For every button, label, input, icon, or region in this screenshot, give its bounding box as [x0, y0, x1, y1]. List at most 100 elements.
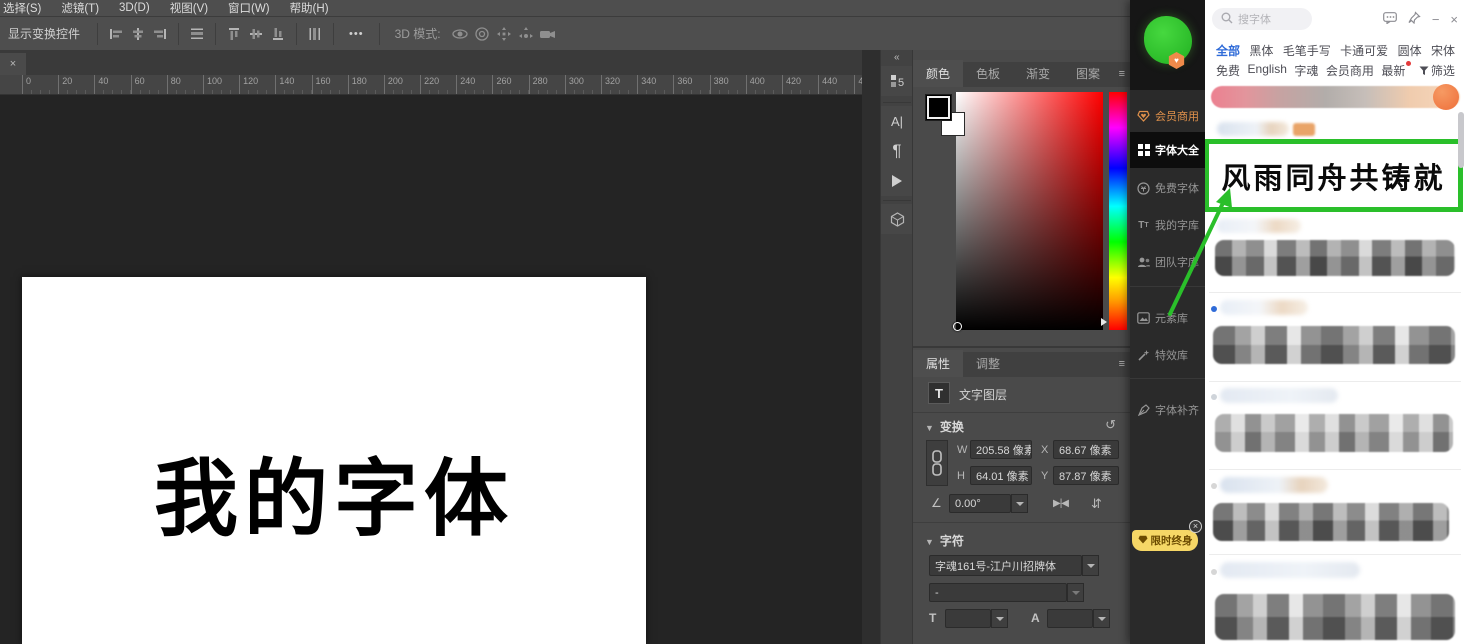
align-left-icon[interactable] — [105, 24, 127, 44]
3d-slide-icon[interactable] — [515, 24, 537, 44]
transform-section-header[interactable]: ▼变换 — [925, 418, 964, 435]
filter-button[interactable]: 筛选 — [1419, 62, 1455, 79]
align-bottom-icon[interactable] — [267, 24, 289, 44]
promo-banner[interactable] — [1211, 86, 1460, 108]
menu-item[interactable]: 帮助(H) — [290, 0, 329, 16]
filter-tab-member[interactable]: 会员商用 — [1326, 62, 1374, 79]
feedback-icon[interactable] — [1383, 12, 1397, 27]
panel-tab[interactable]: 调整 — [963, 350, 1013, 377]
category-tab[interactable]: 全部 — [1216, 42, 1240, 59]
font-preview-blurred[interactable] — [1213, 326, 1455, 364]
font-size-chevron[interactable] — [991, 609, 1008, 628]
sidebar-item-my-fonts[interactable]: TT 我的字库 — [1130, 207, 1205, 243]
font-family-select[interactable]: 字魂161号-江户川招牌体 — [929, 555, 1082, 576]
saturation-brightness-field[interactable] — [956, 92, 1103, 330]
category-tab[interactable]: 毛笔手写 — [1283, 42, 1331, 59]
font-style-chevron[interactable] — [1067, 583, 1084, 602]
minimize-icon[interactable]: − — [1432, 12, 1440, 27]
filter-tab-free[interactable]: 免费 — [1216, 62, 1240, 79]
font-name-blurred[interactable] — [1220, 562, 1360, 578]
menu-item[interactable]: 3D(D) — [119, 2, 150, 14]
promo-close-icon[interactable]: × — [1189, 520, 1202, 533]
color-panel-menu-icon[interactable]: ≡ — [1119, 68, 1124, 80]
font-family-chevron[interactable] — [1082, 555, 1099, 576]
distribute-v-icon[interactable] — [304, 24, 326, 44]
font-style-select[interactable]: - — [929, 583, 1067, 602]
promo-banner-icon[interactable] — [1433, 84, 1459, 110]
artboard[interactable]: 我的字体 — [22, 277, 646, 644]
font-name-blurred[interactable] — [1220, 477, 1328, 493]
limited-lifetime-badge[interactable]: 限时终身 — [1132, 530, 1198, 551]
font-name-blurred[interactable] — [1217, 122, 1289, 136]
3d-orbit-icon[interactable] — [449, 24, 471, 44]
paragraph-panel-icon[interactable]: ¶ — [881, 136, 913, 166]
font-preview-blurred[interactable] — [1215, 594, 1455, 640]
scrollbar-thumb[interactable] — [1458, 112, 1464, 168]
canvas-area[interactable]: 我的字体 — [0, 95, 862, 644]
height-field[interactable]: 64.01 像素 — [970, 466, 1032, 485]
font-preview-blurred[interactable] — [1213, 503, 1449, 541]
category-tab[interactable]: 圆体 — [1398, 42, 1422, 59]
width-field[interactable]: 205.58 像素 — [970, 440, 1032, 459]
3d-panel-icon[interactable] — [881, 204, 913, 234]
flip-horizontal-icon[interactable]: ▶|◀ — [1053, 498, 1068, 509]
leading-select[interactable] — [1047, 609, 1093, 628]
sidebar-item-free-fonts[interactable]: 免费字体 — [1130, 170, 1205, 206]
canvas-text-layer[interactable]: 我的字体 — [154, 432, 514, 553]
category-tab[interactable]: 卡通可爱 — [1340, 42, 1388, 59]
panel-tab[interactable]: 色板 — [963, 60, 1013, 87]
character-section-header[interactable]: ▼字符 — [925, 532, 964, 549]
font-name-blurred[interactable] — [1220, 300, 1308, 315]
timeline-panel-icon[interactable] — [881, 166, 913, 196]
plugin-logo[interactable] — [1144, 16, 1192, 64]
more-options-button[interactable]: ••• — [341, 28, 372, 40]
sidebar-item-effects-library[interactable]: 特效库 — [1130, 337, 1205, 373]
flip-vertical-icon[interactable]: ⇵ — [1091, 496, 1101, 512]
history-panel-icon[interactable]: 5 — [881, 66, 913, 96]
hue-slider[interactable] — [1109, 92, 1127, 330]
highlighted-font-item[interactable]: 风雨同舟共铸就 — [1205, 139, 1463, 212]
panel-tab[interactable]: 图案 — [1063, 60, 1113, 87]
distribute-h-icon[interactable] — [186, 24, 208, 44]
filter-tab-zihun[interactable]: 字魂 — [1294, 62, 1318, 79]
category-tab[interactable]: 宋体 — [1431, 42, 1455, 59]
sidebar-item-all-fonts[interactable]: 字体大全 — [1130, 132, 1205, 168]
align-right-icon[interactable] — [149, 24, 171, 44]
y-field[interactable]: 87.87 像素 — [1053, 466, 1119, 485]
link-dimensions-icon[interactable] — [926, 440, 948, 486]
filter-tab-latest[interactable]: 最新 — [1381, 62, 1411, 79]
align-middle-v-icon[interactable] — [245, 24, 267, 44]
panel-tab[interactable]: 渐变 — [1013, 60, 1063, 87]
align-top-icon[interactable] — [223, 24, 245, 44]
properties-panel-menu-icon[interactable]: ≡ — [1119, 358, 1124, 370]
reset-transform-icon[interactable]: ↺ — [1105, 417, 1116, 433]
leading-chevron[interactable] — [1093, 609, 1110, 628]
menu-item[interactable]: 视图(V) — [170, 0, 208, 16]
foreground-color-swatch[interactable] — [925, 94, 952, 121]
angle-dropdown-chevron[interactable] — [1011, 494, 1028, 513]
3d-roll-icon[interactable] — [471, 24, 493, 44]
sidebar-item-team-fonts[interactable]: 团队字库 — [1130, 244, 1205, 280]
show-transform-controls-label[interactable]: 显示变换控件 — [0, 25, 90, 42]
sidebar-item-font-completion[interactable]: 字体补齐 — [1130, 392, 1205, 428]
menu-item[interactable]: 选择(S) — [3, 0, 41, 16]
font-preview-blurred[interactable] — [1215, 240, 1455, 276]
3d-pan-icon[interactable] — [493, 24, 515, 44]
rotation-angle-field[interactable]: 0.00° — [949, 494, 1011, 513]
panel-tab[interactable]: 颜色 — [913, 60, 963, 87]
menu-item[interactable]: 窗口(W) — [228, 0, 270, 16]
collapse-panels-icon[interactable]: « — [894, 52, 899, 63]
filter-tab-english[interactable]: English — [1248, 62, 1287, 79]
search-input[interactable]: 搜字体 — [1212, 8, 1312, 30]
close-icon[interactable]: × — [1450, 12, 1458, 27]
font-preview-blurred[interactable] — [1215, 414, 1453, 452]
align-center-h-icon[interactable] — [127, 24, 149, 44]
panel-tab[interactable]: 属性 — [913, 350, 963, 377]
character-panel-icon[interactable]: A| — [881, 106, 913, 136]
document-tab-close[interactable]: × — [0, 53, 26, 75]
font-size-select[interactable] — [945, 609, 991, 628]
sidebar-item-member-commercial[interactable]: 会员商用 — [1130, 98, 1205, 134]
sidebar-item-element-library[interactable]: 元素库 — [1130, 300, 1205, 336]
color-picker-handle[interactable] — [953, 322, 962, 331]
hue-slider-arrow[interactable] — [1101, 318, 1107, 326]
